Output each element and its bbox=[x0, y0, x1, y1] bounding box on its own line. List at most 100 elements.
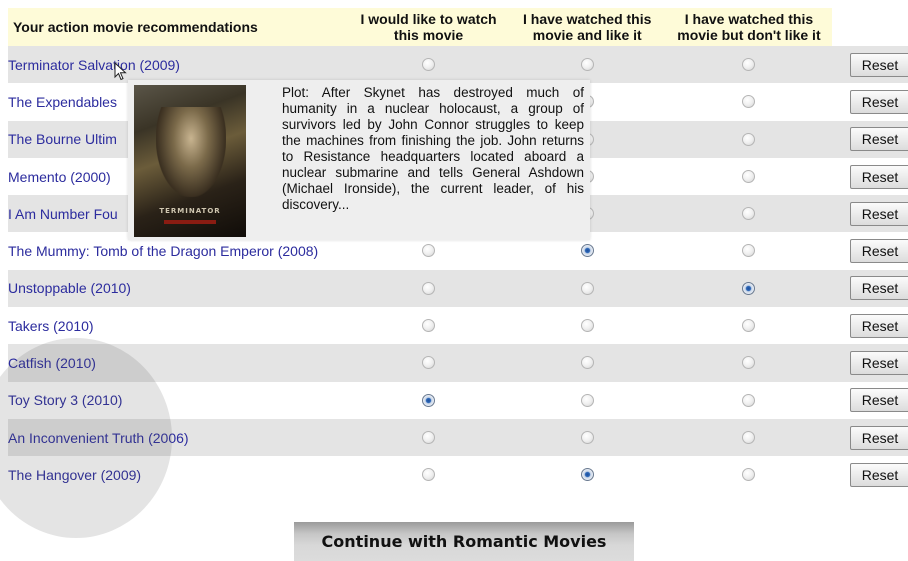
reset-cell: Reset bbox=[832, 307, 908, 345]
radio-watched-like-icon[interactable] bbox=[580, 57, 594, 71]
reset-cell: Reset bbox=[832, 381, 908, 419]
radio-want-icon[interactable] bbox=[422, 281, 436, 295]
radio-want-icon[interactable] bbox=[422, 318, 436, 332]
radio-watched-dislike-icon[interactable] bbox=[742, 57, 756, 71]
table-row: Unstoppable (2010) Reset bbox=[8, 269, 908, 308]
header-watched-like: I have watched this movie and like it bbox=[508, 8, 666, 46]
radio-cell-want bbox=[348, 344, 509, 382]
radio-cell-watched-dislike bbox=[665, 46, 833, 84]
movie-title-link[interactable]: The Mummy: Tomb of the Dragon Emperor (2… bbox=[8, 243, 318, 259]
movie-title-cell: An Inconvenient Truth (2006) bbox=[8, 418, 349, 457]
radio-watched-like-icon[interactable] bbox=[580, 468, 594, 482]
radio-watched-dislike-icon[interactable] bbox=[742, 318, 756, 332]
radio-cell-want bbox=[348, 269, 509, 308]
reset-button[interactable]: Reset bbox=[850, 201, 908, 226]
continue-romantic-movies-button[interactable]: Continue with Romantic Movies bbox=[294, 522, 634, 561]
reset-button[interactable]: Reset bbox=[850, 425, 908, 450]
reset-button[interactable]: Reset bbox=[850, 239, 908, 264]
header-reset-col bbox=[832, 8, 908, 46]
reset-cell: Reset bbox=[832, 120, 908, 158]
radio-cell-watched-dislike bbox=[665, 195, 833, 233]
movie-title-link[interactable]: Unstoppable (2010) bbox=[8, 280, 131, 296]
radio-cell-watched-like bbox=[508, 344, 666, 382]
reset-button[interactable]: Reset bbox=[850, 164, 908, 189]
radio-watched-dislike-icon[interactable] bbox=[742, 95, 756, 109]
radio-cell-want bbox=[348, 307, 509, 345]
movie-title-link[interactable]: Memento (2000) bbox=[8, 169, 111, 185]
movie-title-cell: Terminator Salvation (2009) bbox=[8, 46, 349, 84]
reset-cell: Reset bbox=[832, 83, 908, 121]
reset-button[interactable]: Reset bbox=[850, 89, 908, 114]
movie-poster-image: TERMINATOR bbox=[134, 85, 246, 237]
table-row: Catfish (2010) Reset bbox=[8, 344, 908, 382]
movie-title-link[interactable]: The Bourne Ultim bbox=[8, 131, 117, 147]
radio-watched-like-icon[interactable] bbox=[580, 244, 594, 258]
radio-watched-like-icon[interactable] bbox=[580, 281, 594, 295]
header-title: Your action movie recommendations bbox=[8, 8, 349, 46]
poster-subtitle-bar bbox=[164, 220, 216, 224]
radio-watched-like-icon[interactable] bbox=[580, 318, 594, 332]
movie-title-link[interactable]: Toy Story 3 (2010) bbox=[8, 392, 122, 408]
movie-title-link[interactable]: An Inconvenient Truth (2006) bbox=[8, 430, 189, 446]
radio-cell-watched-dislike bbox=[665, 232, 833, 270]
movie-title-link[interactable]: The Hangover (2009) bbox=[8, 467, 141, 483]
movie-title-link[interactable]: Terminator Salvation (2009) bbox=[8, 57, 180, 73]
reset-cell: Reset bbox=[832, 46, 908, 84]
radio-watched-like-icon[interactable] bbox=[580, 393, 594, 407]
poster-figure bbox=[156, 107, 226, 197]
radio-watched-dislike-icon[interactable] bbox=[742, 468, 756, 482]
header-want: I would like to watch this movie bbox=[348, 8, 509, 46]
radio-watched-dislike-icon[interactable] bbox=[742, 281, 756, 295]
radio-want-icon[interactable] bbox=[422, 430, 436, 444]
radio-cell-watched-dislike bbox=[665, 269, 833, 308]
radio-watched-dislike-icon[interactable] bbox=[742, 393, 756, 407]
reset-button[interactable]: Reset bbox=[850, 313, 908, 338]
reset-cell: Reset bbox=[832, 456, 908, 494]
movie-title-cell: Unstoppable (2010) bbox=[8, 269, 349, 308]
radio-cell-watched-dislike bbox=[665, 344, 833, 382]
radio-watched-dislike-icon[interactable] bbox=[742, 430, 756, 444]
radio-cell-watched-like bbox=[508, 46, 666, 84]
radio-want-icon[interactable] bbox=[422, 244, 436, 258]
reset-button[interactable]: Reset bbox=[850, 127, 908, 152]
reset-cell: Reset bbox=[832, 344, 908, 382]
radio-cell-watched-like bbox=[508, 269, 666, 308]
radio-watched-dislike-icon[interactable] bbox=[742, 244, 756, 258]
reset-button[interactable]: Reset bbox=[850, 351, 908, 376]
radio-watched-dislike-icon[interactable] bbox=[742, 356, 756, 370]
reset-cell: Reset bbox=[832, 195, 908, 233]
radio-cell-watched-dislike bbox=[665, 120, 833, 158]
radio-want-icon[interactable] bbox=[422, 393, 436, 407]
radio-cell-watched-like bbox=[508, 418, 666, 457]
radio-watched-dislike-icon[interactable] bbox=[742, 169, 756, 183]
movie-title-link[interactable]: I Am Number Fou bbox=[8, 206, 118, 222]
reset-button[interactable]: Reset bbox=[850, 52, 908, 77]
header-watched-dislike: I have watched this movie but don't like… bbox=[665, 8, 833, 46]
reset-cell: Reset bbox=[832, 157, 908, 196]
reset-cell: Reset bbox=[832, 418, 908, 457]
reset-cell: Reset bbox=[832, 232, 908, 270]
radio-watched-dislike-icon[interactable] bbox=[742, 132, 756, 146]
radio-watched-dislike-icon[interactable] bbox=[742, 207, 756, 221]
reset-button[interactable]: Reset bbox=[850, 388, 908, 413]
table-row: Toy Story 3 (2010) Reset bbox=[8, 381, 908, 419]
reset-cell: Reset bbox=[832, 269, 908, 308]
radio-want-icon[interactable] bbox=[422, 356, 436, 370]
radio-cell-watched-dislike bbox=[665, 456, 833, 494]
movie-title-link[interactable]: Catfish (2010) bbox=[8, 355, 96, 371]
reset-button[interactable]: Reset bbox=[850, 276, 908, 301]
movie-plot-popup: TERMINATOR Plot: After Skynet has destro… bbox=[128, 80, 590, 240]
movie-title-cell: The Hangover (2009) bbox=[8, 456, 349, 494]
reset-button[interactable]: Reset bbox=[850, 462, 908, 487]
radio-want-icon[interactable] bbox=[422, 468, 436, 482]
radio-cell-want bbox=[348, 456, 509, 494]
radio-watched-like-icon[interactable] bbox=[580, 430, 594, 444]
movie-title-link[interactable]: Takers (2010) bbox=[8, 318, 94, 334]
radio-cell-watched-dislike bbox=[665, 381, 833, 419]
radio-watched-like-icon[interactable] bbox=[580, 356, 594, 370]
radio-cell-watched-like bbox=[508, 456, 666, 494]
radio-cell-want bbox=[348, 381, 509, 419]
movie-title-link[interactable]: The Expendables bbox=[8, 94, 117, 110]
radio-cell-want bbox=[348, 46, 509, 84]
radio-want-icon[interactable] bbox=[422, 57, 436, 71]
